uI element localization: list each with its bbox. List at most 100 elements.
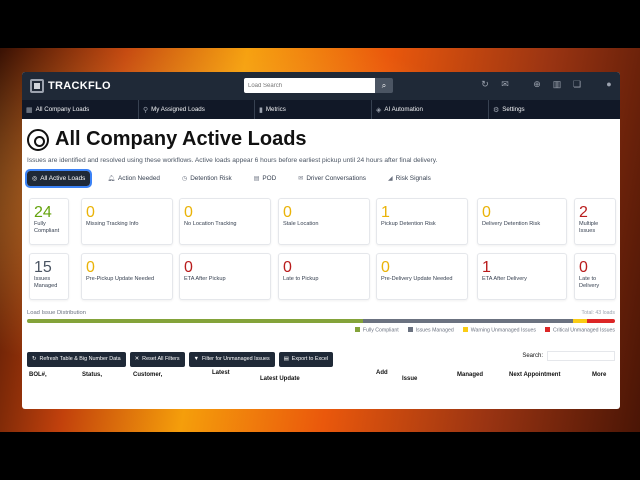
metric-value: 0 (86, 204, 95, 221)
metric-card-late-to-pickup[interactable]: 0 Late to Pickup (278, 253, 370, 300)
metric-label: ETA After Delivery (482, 276, 527, 282)
refresh-icon[interactable]: ↻ (480, 79, 490, 90)
filter-unmanaged-button[interactable]: ▼ Filter for Unmanaged Issues (188, 351, 275, 367)
top-icons: ↻ ✉ ⊕ ▥ ❏ ● (480, 79, 614, 90)
metric-card-issues-managed[interactable]: 15 Issues Managed (29, 253, 69, 300)
load-search-input[interactable] (244, 78, 375, 93)
metric-label: Fully Compliant (34, 221, 60, 234)
column-header-add[interactable]: Add (376, 370, 388, 376)
pin-icon: ⚲ (143, 106, 149, 114)
metric-label: Missing Tracking Info (86, 221, 139, 227)
logo[interactable]: TRACKFLO (30, 79, 111, 93)
metric-value: 2 (579, 204, 588, 221)
legend-swatch (407, 327, 413, 332)
metric-value: 24 (34, 204, 52, 221)
column-header-more[interactable]: More (592, 372, 606, 378)
bell-icon: 🔔︎ (107, 176, 115, 182)
table-search: Search: (522, 351, 615, 361)
metric-card-delivery-detention-risk[interactable]: 0 Delivery Detention Risk (477, 198, 567, 245)
tab-action-needed[interactable]: 🔔︎ Action Needed (102, 171, 165, 186)
distribution-bar (27, 319, 615, 323)
metric-value: 0 (579, 259, 588, 276)
distribution-label: Load Issue Distribution (27, 310, 86, 316)
metric-label: Late to Delivery (579, 276, 600, 289)
globe-icon[interactable]: ⊕ (532, 79, 542, 90)
export-excel-button[interactable]: ▤ Export to Excel (278, 351, 334, 367)
tab-label: POD (262, 175, 277, 182)
metric-value: 0 (381, 259, 390, 276)
chat-icon[interactable]: ✉ (500, 79, 510, 90)
main-nav: ▦ All Company Loads ⚲ My Assigned Loads … (22, 100, 620, 119)
metric-card-pre-delivery-update[interactable]: 0 Pre-Delivery Update Needed (376, 253, 468, 300)
column-header-bol[interactable]: BOL#, (29, 372, 47, 378)
trackflo-logo-icon (30, 79, 44, 93)
filter-icon: ▼ (193, 356, 199, 362)
metric-value: 0 (86, 259, 95, 276)
column-header-status[interactable]: Status, (82, 372, 102, 378)
grid-icon: ▦ (26, 106, 33, 114)
metric-value: 0 (482, 204, 491, 221)
column-header-latest[interactable]: Latest (212, 370, 230, 376)
nav-my-assigned-loads[interactable]: ⚲ My Assigned Loads (139, 100, 255, 119)
tab-risk-signals[interactable]: ◢ Risk Signals (383, 171, 436, 186)
metric-label: Pre-Delivery Update Needed (381, 276, 453, 282)
legend-swatch (462, 327, 468, 332)
metric-value: 0 (184, 204, 193, 221)
metric-card-stale-location[interactable]: 0 Stale Location (278, 198, 370, 245)
button-label: Export to Excel (291, 356, 329, 362)
column-header-latest-update[interactable]: Latest Update (260, 376, 300, 382)
column-header-issue[interactable]: Issue (402, 376, 417, 382)
metric-label: Delivery Detention Risk (482, 221, 541, 227)
tab-detention-risk[interactable]: ◷ Detention Risk (177, 171, 237, 186)
metric-card-eta-after-delivery[interactable]: 1 ETA After Delivery (477, 253, 567, 300)
tab-all-active-loads[interactable]: ◎ All Active Loads (24, 169, 93, 188)
refresh-table-button[interactable]: ↻ Refresh Table & Big Number Data (27, 351, 126, 367)
tab-label: Driver Conversations (306, 175, 366, 182)
table-search-input[interactable] (547, 351, 615, 361)
column-header-managed[interactable]: Managed (457, 372, 483, 378)
legend-item: Warning Unmanaged Issues (462, 327, 536, 334)
refresh-icon: ↻ (32, 356, 37, 362)
page-title: All Company Active Loads (55, 128, 307, 150)
metric-value: 1 (381, 204, 390, 221)
legend-swatch (545, 327, 550, 332)
metric-label: Pre-Pickup Update Needed (86, 276, 155, 282)
tab-driver-conversations[interactable]: ✉ Driver Conversations (293, 171, 371, 186)
x-icon: ✕ (134, 356, 140, 362)
chat-icon: ✉ (298, 176, 304, 182)
search-icon: ⌕ (381, 80, 387, 90)
reset-filters-button[interactable]: ✕ Reset All Filters (129, 351, 185, 367)
messages-icon[interactable]: ❏ (572, 79, 582, 90)
metric-card-missing-tracking[interactable]: 0 Missing Tracking Info (81, 198, 173, 245)
tab-label: All Active Loads (40, 175, 86, 182)
metric-card-late-to-delivery[interactable]: 0 Late to Delivery (574, 253, 616, 300)
tab-pod[interactable]: ▤ POD (249, 171, 282, 186)
metric-value: 0 (283, 259, 292, 276)
metric-card-pickup-detention-risk[interactable]: 1 Pickup Detention Risk (376, 198, 468, 245)
book-icon[interactable]: ▥ (552, 79, 562, 90)
metric-label: Multiple Issues (579, 221, 599, 234)
column-header-customer[interactable]: Customer, (133, 372, 162, 378)
button-label: Reset All Filters (142, 356, 180, 362)
metric-card-multiple-issues[interactable]: 2 Multiple Issues (574, 198, 616, 245)
metric-card-no-location-tracking[interactable]: 0 No Location Tracking (179, 198, 271, 245)
legend-item: Critical Unmanaged Issues (545, 327, 615, 334)
metric-card-eta-after-pickup[interactable]: 0 ETA After Pickup (179, 253, 271, 300)
column-header-next-appointment[interactable]: Next Appointment (509, 372, 560, 378)
nav-ai-automation[interactable]: ◈ AI Automation (372, 100, 489, 119)
metric-card-pre-pickup-update[interactable]: 0 Pre-Pickup Update Needed (81, 253, 173, 300)
tab-label: Action Needed (118, 175, 160, 182)
metric-label: No Location Tracking (184, 221, 237, 227)
metric-value: 1 (482, 259, 491, 276)
nav-all-company-loads[interactable]: ▦ All Company Loads (22, 100, 139, 119)
bars-icon: ▮ (259, 106, 263, 114)
nav-label: AI Automation (384, 106, 423, 113)
table-actions: ↻ Refresh Table & Big Number Data ✕ Rese… (27, 351, 615, 367)
search-button[interactable]: ⌕ (375, 78, 393, 93)
nav-settings[interactable]: ⚙ Settings (489, 100, 620, 119)
app-window: TRACKFLO ⌕ ↻ ✉ ⊕ ▥ ❏ ● ▦ All Company Loa… (22, 72, 620, 409)
metric-card-fully-compliant[interactable]: 24 Fully Compliant (29, 198, 69, 245)
user-icon[interactable]: ● (604, 79, 614, 90)
nav-metrics[interactable]: ▮ Metrics (255, 100, 372, 119)
brand-name: TRACKFLO (48, 80, 111, 92)
